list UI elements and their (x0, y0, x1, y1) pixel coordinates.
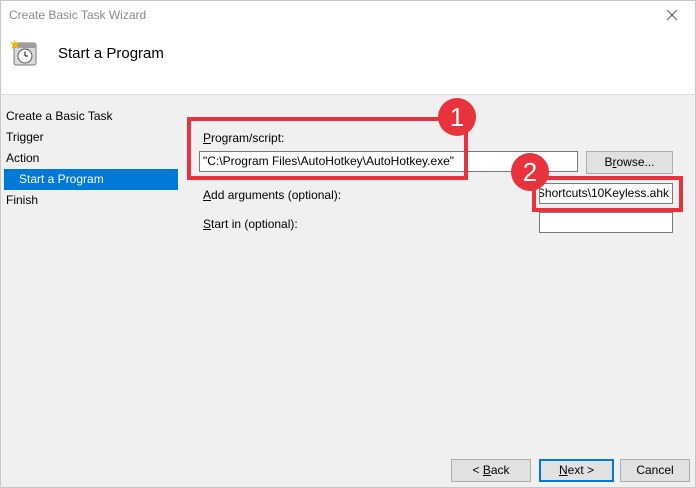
program-label-accel: P (203, 131, 212, 145)
close-button[interactable] (660, 3, 684, 27)
step-trigger: Trigger (6, 130, 44, 144)
add-arguments-input[interactable]: \Shortcuts\10Keyless.ahk (539, 183, 673, 204)
annotation-badge-2: 2 (511, 153, 549, 191)
browse-label-post: owse... (616, 155, 655, 169)
args-label-accel: A (203, 188, 212, 202)
close-icon (666, 9, 678, 21)
program-script-label: Program/script: (203, 131, 284, 145)
next-label-accel: N (558, 463, 568, 477)
window-title: Create Basic Task Wizard (9, 8, 147, 22)
start-label-text: tart in (optional): (211, 217, 298, 231)
task-scheduler-clock-icon (10, 39, 37, 66)
back-label-post: ack (490, 463, 510, 477)
program-label-text: rogram/script: (211, 131, 285, 145)
wizard-steps: Create a Basic Task Trigger Action Start… (0, 106, 180, 211)
add-arguments-value: \Shortcuts\10Keyless.ahk (539, 186, 669, 200)
args-label-text: dd arguments (optional): (211, 188, 342, 202)
step-create-basic-task: Create a Basic Task (6, 109, 113, 123)
page-title: Start a Program (58, 45, 164, 62)
step-action: Action (6, 151, 40, 165)
annotation-badge-1: 1 (438, 98, 476, 136)
step-start-a-program: Start a Program (4, 169, 178, 190)
add-arguments-label: Add arguments (optional): (203, 188, 341, 202)
start-in-label: Start in (optional): (203, 217, 298, 231)
back-label-pre: < (472, 463, 483, 477)
cancel-button[interactable]: Cancel (620, 459, 690, 482)
step-finish: Finish (6, 193, 39, 207)
title-bar: Create Basic Task Wizard (0, 0, 696, 31)
browse-button[interactable]: Browse... (586, 151, 673, 174)
browse-label-pre: B (604, 155, 613, 169)
back-label-accel: B (482, 463, 491, 477)
start-in-input[interactable] (539, 212, 673, 233)
next-button[interactable]: Next > (539, 459, 614, 482)
start-label-accel: S (203, 217, 212, 231)
wizard-header: Start a Program (0, 31, 696, 95)
back-button[interactable]: < Back (451, 459, 531, 482)
next-label-post: ext > (567, 463, 595, 477)
